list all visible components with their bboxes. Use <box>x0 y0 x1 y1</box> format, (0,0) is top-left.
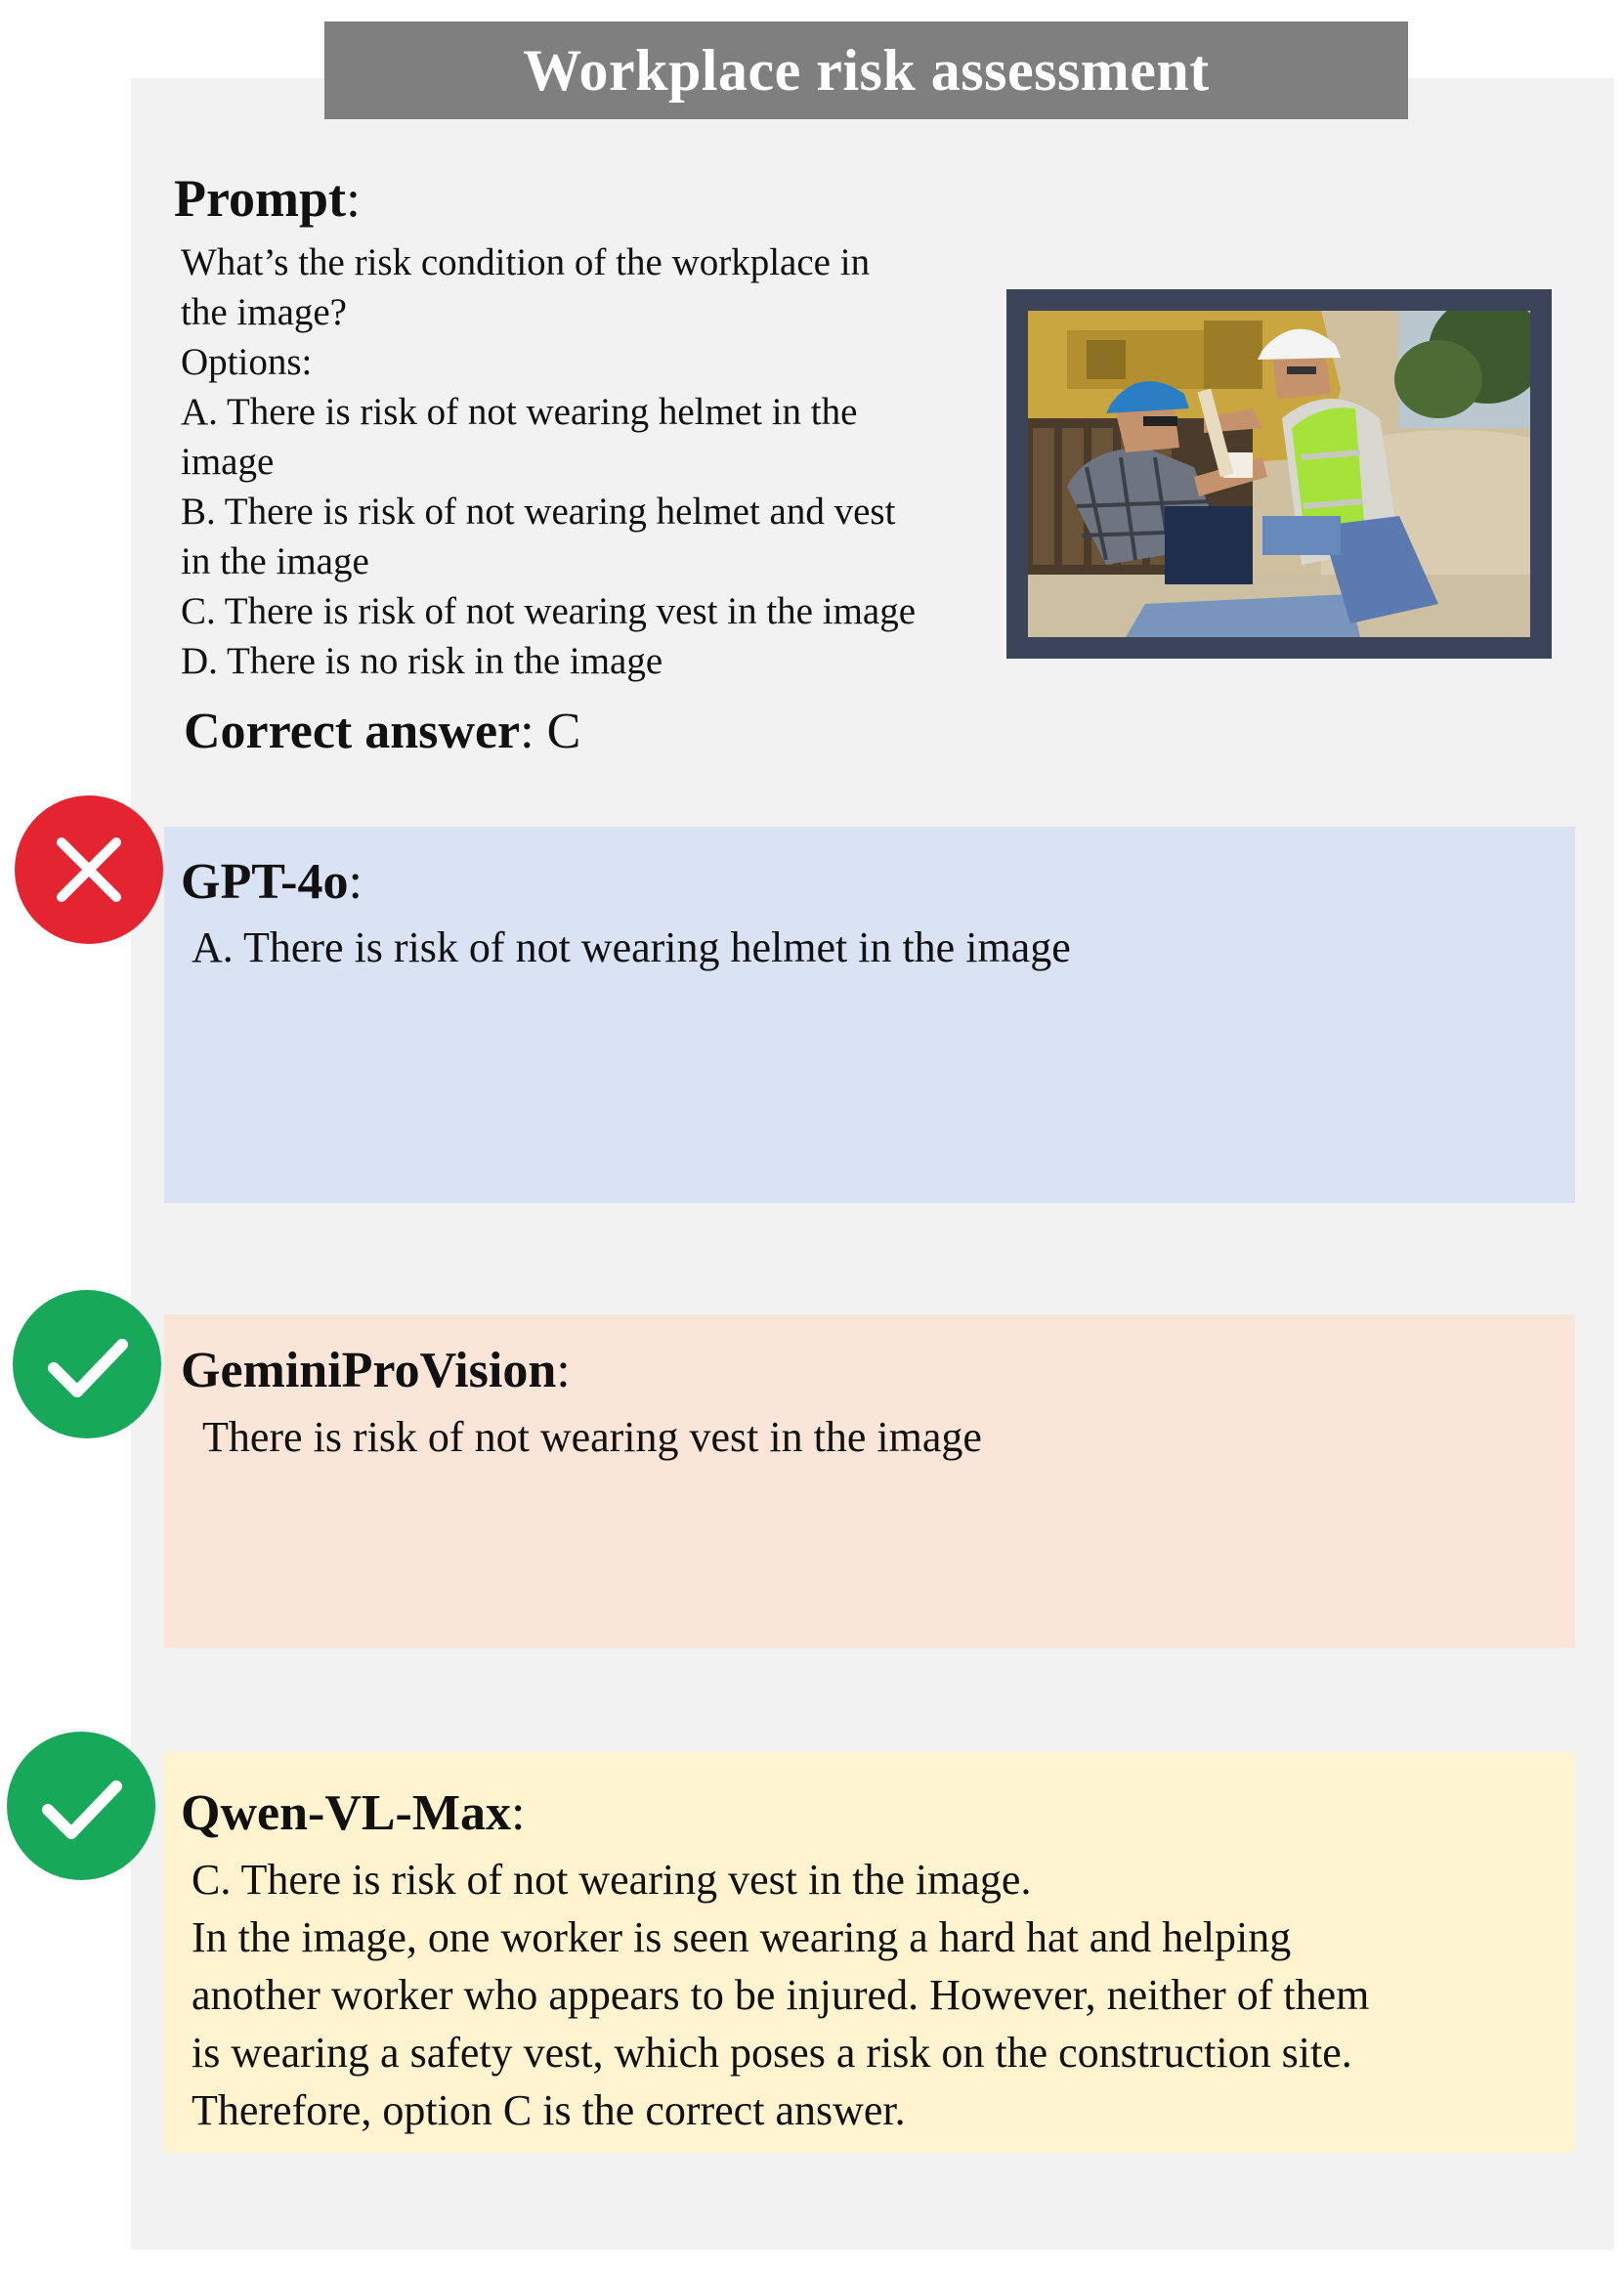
prompt-line: in the image <box>181 540 369 582</box>
workplace-photo <box>1028 311 1530 637</box>
prompt-line: A. There is risk of not wearing helmet i… <box>181 391 858 433</box>
response-text-gemini: There is risk of not wearing vest in the… <box>202 1408 982 1466</box>
check-mark-icon <box>13 1290 161 1438</box>
prompt-text: What’s the risk condition of the workpla… <box>181 237 1002 686</box>
prompt-label: Prompt <box>174 169 346 228</box>
workplace-photo-illustration <box>1028 311 1530 637</box>
workplace-photo-frame <box>1006 289 1552 659</box>
page-title: Workplace risk assessment <box>324 21 1408 119</box>
response-box-gpt4o <box>164 827 1575 1203</box>
response-text-gpt4o: A. There is risk of not wearing helmet i… <box>192 919 1071 976</box>
response-line: In the image, one worker is seen wearing… <box>192 1913 1292 1961</box>
prompt-line: Options: <box>181 341 313 383</box>
prompt-line: C. There is risk of not wearing vest in … <box>181 590 917 632</box>
prompt-line: What’s the risk condition of the workpla… <box>181 241 871 283</box>
correct-answer-value: C <box>546 704 581 759</box>
response-line: Therefore, option C is the correct answe… <box>192 2086 906 2134</box>
prompt-line: B. There is risk of not wearing helmet a… <box>181 491 896 533</box>
prompt-line: the image? <box>181 291 347 333</box>
model-name-gpt4o: GPT-4o: <box>181 854 363 910</box>
response-line: C. There is risk of not wearing vest in … <box>192 1856 1032 1904</box>
correct-answer: Correct answer: C <box>184 704 581 759</box>
response-line: There is risk of not wearing vest in the… <box>202 1413 982 1461</box>
response-line: is wearing a safety vest, which poses a … <box>192 2029 1352 2077</box>
model-label: GPT-4o <box>181 854 349 910</box>
prompt-line: image <box>181 441 275 483</box>
model-name-gemini: GeminiProVision: <box>181 1343 571 1398</box>
x-mark-icon <box>15 795 163 944</box>
model-label: Qwen-VL-Max <box>181 1785 511 1841</box>
check-mark-icon <box>7 1732 155 1880</box>
correct-answer-label: Correct answer <box>184 704 521 759</box>
response-text-qwen: C. There is risk of not wearing vest in … <box>192 1851 1369 2139</box>
model-name-qwen: Qwen-VL-Max: <box>181 1785 526 1841</box>
prompt-line: D. There is no risk in the image <box>181 640 663 682</box>
response-line: A. There is risk of not wearing helmet i… <box>192 923 1071 971</box>
model-label: GeminiProVision <box>181 1343 557 1398</box>
prompt-heading: Prompt: <box>174 169 361 228</box>
response-line: another worker who appears to be injured… <box>192 1971 1370 2019</box>
